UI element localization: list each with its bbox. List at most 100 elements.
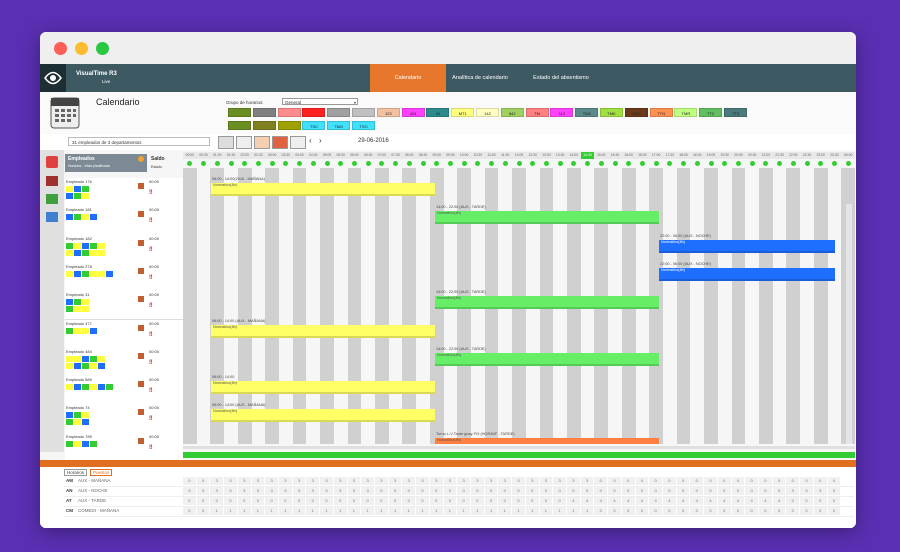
shift-chip[interactable]	[352, 108, 375, 117]
calendar-small-icon[interactable]	[138, 409, 144, 416]
minimize-button[interactable]	[75, 42, 88, 55]
calendar-small-icon[interactable]	[138, 352, 144, 359]
shift-chip[interactable]: TSO	[352, 121, 375, 130]
shift-bar[interactable]: Normativo(8h)	[211, 409, 435, 423]
shift-bar[interactable]: Normativo(8h)	[659, 239, 836, 253]
shift-bar[interactable]: Normativo(8h)	[435, 296, 659, 310]
employee-filter-input[interactable]: 31 empleados de 3 departamentos	[68, 137, 210, 146]
calendar-small-icon[interactable]	[138, 267, 144, 274]
add-icon[interactable]	[46, 194, 58, 204]
delete-icon[interactable]	[46, 176, 58, 186]
summary-value: 0	[621, 477, 635, 485]
summary-value: 0	[608, 507, 621, 515]
copy-icon[interactable]	[46, 212, 58, 222]
tab-calendario[interactable]: Calendario	[370, 64, 446, 92]
summary-value: 1	[388, 507, 402, 515]
summary-value: 0	[429, 497, 443, 505]
tab-absentismo[interactable]: Estado del absentismo	[516, 64, 606, 92]
hour-marker-dot	[598, 161, 604, 166]
shift-chip[interactable]: TM	[525, 108, 549, 117]
calendar-small-icon[interactable]	[138, 239, 144, 246]
employee-row[interactable]: Empleado 74 00:00 ‼	[65, 404, 183, 434]
summary-value: 3	[265, 477, 278, 485]
shift-bar[interactable]: Normativo(8h)	[435, 211, 659, 225]
next-day-arrow-icon[interactable]: ›	[319, 136, 322, 145]
shift-chip[interactable]: MT1	[451, 108, 475, 117]
hour-marker-dot	[749, 161, 755, 166]
employee-row[interactable]: Empleado 31 00:00 ‼	[65, 291, 183, 321]
summary-value: 3	[512, 477, 525, 485]
shift-chip[interactable]	[252, 121, 276, 130]
shift-chip[interactable]: TT3	[724, 108, 747, 117]
tab-analitica[interactable]: Analítica de calendario	[452, 64, 508, 92]
employee-row[interactable]: Empleado 176 00:00 ‼	[65, 178, 183, 208]
horizontal-scrollbar[interactable]	[183, 446, 855, 449]
tab-horarios[interactable]: Horarios	[64, 469, 88, 476]
shift-chip[interactable]: TMC	[624, 108, 648, 117]
summary-value: 0	[525, 497, 539, 505]
shift-chip[interactable]	[302, 108, 326, 117]
view-chart-button[interactable]	[290, 136, 306, 149]
view-day-button[interactable]	[218, 136, 234, 149]
shift-bar[interactable]: Normativo(8h)	[435, 352, 659, 366]
mini-shift-chip	[66, 355, 73, 362]
settings-icon[interactable]	[138, 156, 144, 162]
calendar-small-icon[interactable]	[138, 324, 144, 331]
employee-row[interactable]: Empleado 182 00:00 ‼	[65, 234, 183, 264]
calendar-small-icon[interactable]	[138, 211, 144, 218]
employee-row[interactable]: Empleado 181 00:00 ‼	[65, 206, 183, 236]
shift-chip[interactable]: TTN	[649, 108, 673, 117]
alert-icon: ‼	[149, 218, 153, 225]
maximize-button[interactable]	[96, 42, 109, 55]
shift-chip[interactable]: 112	[550, 108, 574, 117]
shift-bar[interactable]: Normativo(8h)	[435, 437, 659, 444]
summary-value: 0	[772, 477, 786, 485]
view-review-button[interactable]	[272, 136, 288, 149]
mini-shift-chip	[74, 299, 81, 306]
shift-chip[interactable]	[327, 108, 351, 117]
shift-bar[interactable]: Normativo(8h)	[659, 267, 836, 281]
shift-chip[interactable]: TAM	[327, 121, 351, 130]
mini-shift-chip	[66, 193, 73, 199]
shift-chip[interactable]	[228, 121, 251, 130]
calendar-small-icon[interactable]	[138, 437, 144, 444]
shift-chip[interactable]	[228, 108, 251, 117]
summary-value: 0	[361, 497, 374, 505]
employee-row[interactable]: Empleado 278 00:00 ‼	[65, 262, 183, 293]
shift-bar[interactable]: Normativo(8h)	[211, 183, 435, 196]
shift-chip[interactable]: TMR	[674, 108, 698, 117]
shift-chip[interactable]: TT2	[699, 108, 723, 117]
vertical-scrollbar[interactable]	[846, 204, 852, 444]
shift-bar[interactable]: Normativo(8h)	[211, 381, 435, 395]
hour-label: 04:00	[292, 152, 307, 159]
summary-value: 3	[813, 487, 827, 495]
employee-row[interactable]: Empleado 589 00:00 ‼	[65, 376, 183, 406]
shift-chip[interactable]	[252, 108, 276, 117]
view-week-button[interactable]	[236, 136, 252, 149]
employee-row[interactable]: Empleado 484 00:00 ‼	[65, 347, 183, 378]
shift-chip[interactable]	[277, 121, 301, 130]
calendar-small-icon[interactable]	[138, 296, 144, 303]
mini-shift-chip	[90, 327, 97, 334]
prev-day-arrow-icon[interactable]: ‹	[309, 136, 312, 145]
close-button[interactable]	[54, 42, 67, 55]
calendar-small-icon[interactable]	[138, 183, 144, 189]
employee-row[interactable]: Empleado 477 00:00 ‼	[65, 319, 183, 349]
shift-chip[interactable]: IN	[426, 108, 450, 117]
view-month-button[interactable]	[254, 136, 270, 149]
shift-chip[interactable]	[277, 108, 301, 117]
shift-bar[interactable]: Normativo(8h)	[211, 324, 435, 338]
shift-chip[interactable]: TM3	[575, 108, 599, 117]
shift-chip[interactable]: 123	[376, 108, 400, 117]
shift-chip[interactable]: TMK	[600, 108, 623, 117]
calendar-small-icon[interactable]	[138, 381, 144, 388]
shift-chip[interactable]: 842	[500, 108, 524, 117]
shift-chip[interactable]: 142	[476, 108, 499, 117]
hour-marker-dot	[667, 161, 673, 166]
group-select[interactable]: General ▾	[282, 98, 358, 105]
tab-puestos[interactable]: Puestos	[90, 469, 113, 476]
users-icon[interactable]	[46, 156, 58, 168]
shift-chip[interactable]: TSC	[302, 121, 326, 130]
shift-chip[interactable]: 404	[401, 108, 425, 117]
employee-row[interactable]: Empleado 789 00:00 ‼	[65, 432, 183, 462]
